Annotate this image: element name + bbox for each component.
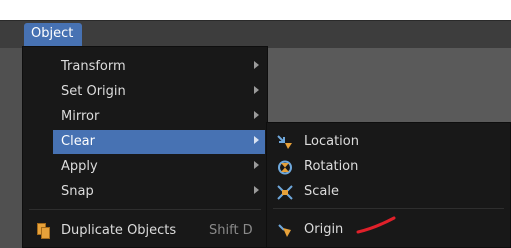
submenu-arrow-icon [254, 161, 259, 169]
submenu-arrow-icon [254, 136, 259, 144]
menu-item-apply[interactable]: Apply [23, 155, 267, 179]
object-menu: Transform Set Origin Mirror Clear Apply … [22, 46, 268, 248]
submenu-arrow-icon [254, 86, 259, 94]
duplicate-icon [37, 223, 51, 239]
submenu-item-label: Origin [304, 222, 344, 237]
menu-item-label: Transform [61, 59, 126, 74]
submenu-item-location[interactable]: Location [267, 130, 510, 154]
clear-rotation-icon [278, 160, 292, 175]
menu-item-duplicate-objects[interactable]: Duplicate Objects Shift D [23, 219, 267, 243]
menu-item-clear[interactable]: Clear [53, 130, 265, 154]
object-menu-button[interactable]: Object [24, 23, 82, 46]
shortcut-hint: Shift D [209, 223, 253, 238]
submenu-item-label: Rotation [304, 159, 359, 174]
submenu-item-scale[interactable]: Scale [267, 180, 510, 204]
submenu-divider [273, 208, 504, 209]
menu-item-snap[interactable]: Snap [23, 180, 267, 204]
toolbar-strip [0, 48, 22, 248]
object-menu-label: Object [31, 26, 74, 41]
clear-origin-icon [278, 224, 291, 237]
top-bar [0, 0, 511, 20]
submenu-item-rotation[interactable]: Rotation [267, 155, 510, 179]
menu-item-transform[interactable]: Transform [23, 55, 267, 79]
submenu-arrow-icon [254, 186, 259, 194]
menu-item-set-origin[interactable]: Set Origin [23, 80, 267, 104]
submenu-arrow-icon [254, 111, 259, 119]
menu-item-label: Clear [61, 134, 95, 149]
submenu-item-label: Scale [304, 184, 339, 199]
menu-item-label: Apply [61, 159, 98, 174]
submenu-arrow-icon [254, 61, 259, 69]
red-annotation-stroke [356, 216, 396, 234]
clear-scale-icon [277, 185, 293, 200]
menu-item-mirror[interactable]: Mirror [23, 105, 267, 129]
submenu-item-label: Location [304, 134, 359, 149]
clear-location-icon [277, 135, 292, 149]
menu-divider [29, 209, 261, 210]
menu-item-label: Snap [61, 184, 94, 199]
menu-item-label: Set Origin [61, 84, 126, 99]
menu-item-label: Mirror [61, 109, 100, 124]
menu-item-label: Duplicate Objects [61, 223, 177, 238]
